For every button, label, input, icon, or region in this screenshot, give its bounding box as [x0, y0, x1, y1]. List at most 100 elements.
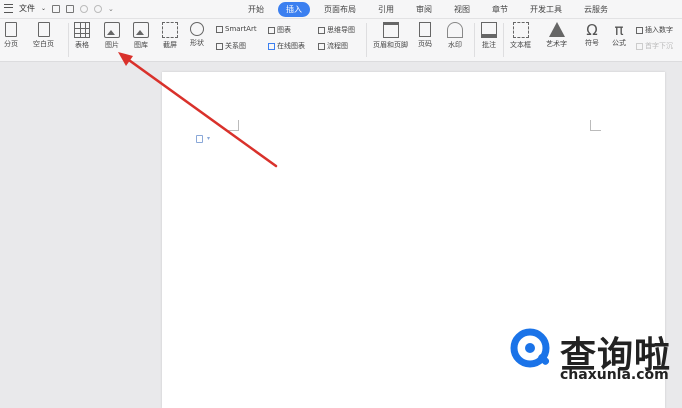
- table-label: 表格: [75, 41, 89, 49]
- chevron-down-icon[interactable]: ▾: [207, 135, 210, 142]
- watermark-label: 水印: [448, 41, 462, 49]
- chevron-down-icon[interactable]: ⌄: [41, 5, 46, 12]
- mindmap-button[interactable]: 思维导图: [318, 25, 355, 35]
- page-number-button[interactable]: 页码: [418, 22, 432, 49]
- chart-button[interactable]: 图表: [268, 25, 291, 35]
- watermark-button[interactable]: 水印: [447, 22, 463, 50]
- quick-access: 文件 ⌄ ⌄: [4, 3, 114, 14]
- drop-cap-button[interactable]: 首字下沉: [636, 41, 673, 51]
- screenshot-icon: [162, 22, 178, 38]
- header-footer-button[interactable]: 页眉和页脚: [373, 22, 408, 50]
- drop-cap-icon: [636, 42, 643, 50]
- tab-page-layout[interactable]: 页面布局: [316, 2, 364, 17]
- ribbon-tabs: 开始 插入 页面布局 引用 审阅 视图 章节 开发工具 云服务: [240, 2, 622, 17]
- insert-number-icon: [636, 26, 643, 34]
- textbox-icon: [512, 22, 529, 38]
- page-number-icon: [419, 22, 431, 37]
- chart-icon: [268, 26, 275, 34]
- comment-button[interactable]: 批注: [481, 22, 497, 50]
- online-chart-icon: [268, 42, 275, 50]
- undo-icon[interactable]: [80, 4, 89, 13]
- divider: [474, 23, 475, 57]
- title-bar: 文件 ⌄ ⌄ 开始 插入 页面布局 引用 审阅 视图 章节 开发工具 云服务: [0, 0, 682, 19]
- picture-label: 图片: [105, 41, 119, 49]
- relation-label: 关系图: [225, 42, 246, 50]
- divider: [68, 23, 69, 57]
- wordart-icon: [548, 22, 565, 37]
- tab-developer[interactable]: 开发工具: [522, 2, 570, 17]
- textbox-button[interactable]: 文本框: [510, 22, 531, 50]
- shape-icon: [190, 22, 204, 36]
- flowchart-label: 流程图: [327, 42, 348, 50]
- omega-icon: Ω: [586, 21, 598, 39]
- blank-page-icon: [37, 22, 50, 37]
- relation-button[interactable]: 关系图: [216, 41, 246, 51]
- paragraph-layout-icon[interactable]: [196, 135, 203, 143]
- page-break-icon: [5, 22, 17, 37]
- file-menu[interactable]: 文件: [19, 3, 35, 14]
- tab-home[interactable]: 开始: [240, 2, 272, 17]
- flowchart-button[interactable]: 流程图: [318, 41, 348, 51]
- tab-insert[interactable]: 插入: [278, 2, 310, 17]
- brand-url: chaxunla.com: [560, 367, 669, 383]
- drop-cap-label: 首字下沉: [645, 42, 673, 50]
- table-button[interactable]: 表格: [74, 22, 90, 50]
- margin-corner-top-left: [228, 120, 239, 131]
- gallery-icon: [133, 22, 149, 38]
- header-footer-label: 页眉和页脚: [373, 41, 408, 49]
- pi-icon: π: [614, 21, 624, 39]
- chart-label: 图表: [277, 26, 291, 34]
- mindmap-icon: [318, 26, 325, 34]
- mindmap-label: 思维导图: [327, 26, 355, 34]
- comment-label: 批注: [482, 41, 496, 49]
- table-icon: [74, 22, 90, 38]
- gallery-button[interactable]: 图库: [133, 22, 149, 50]
- redo-icon[interactable]: [94, 4, 103, 13]
- symbol-button[interactable]: Ω 符号: [585, 22, 599, 48]
- tab-view[interactable]: 视图: [446, 2, 478, 17]
- insert-ribbon: 分页 空白页 表格 图片 图库 截屏 形状 SmartArt 关系图 图表 在线…: [0, 19, 682, 62]
- formula-label: 公式: [612, 39, 626, 47]
- picture-button[interactable]: 图片: [104, 22, 120, 50]
- smartart-icon: [216, 25, 223, 33]
- margin-corner-top-right: [590, 120, 601, 131]
- smartart-label: SmartArt: [225, 25, 257, 33]
- smartart-button[interactable]: SmartArt: [216, 25, 257, 33]
- customize-icon[interactable]: ⌄: [108, 5, 114, 13]
- wordart-button[interactable]: 艺术字: [546, 22, 567, 49]
- symbol-label: 符号: [585, 39, 599, 47]
- flowchart-icon: [318, 42, 325, 50]
- shape-button[interactable]: 形状: [190, 22, 204, 48]
- tab-review[interactable]: 审阅: [408, 2, 440, 17]
- page-number-label: 页码: [418, 40, 432, 48]
- blank-page-button[interactable]: 空白页: [33, 22, 54, 49]
- online-chart-button[interactable]: 在线图表: [268, 41, 305, 51]
- insert-number-button[interactable]: 插入数字: [636, 25, 673, 35]
- print-icon[interactable]: [66, 4, 75, 13]
- header-footer-icon: [382, 22, 399, 38]
- textbox-label: 文本框: [510, 41, 531, 49]
- page-break-label: 分页: [4, 40, 18, 48]
- menu-icon[interactable]: [4, 4, 13, 13]
- picture-icon: [104, 22, 120, 38]
- blank-page-label: 空白页: [33, 40, 54, 48]
- save-icon[interactable]: [52, 4, 61, 13]
- shape-label: 形状: [190, 39, 204, 47]
- brand-logo-icon: [510, 328, 550, 368]
- tab-references[interactable]: 引用: [370, 2, 402, 17]
- gallery-label: 图库: [134, 41, 148, 49]
- insert-number-label: 插入数字: [645, 26, 673, 34]
- comment-icon: [481, 22, 497, 38]
- wordart-label: 艺术字: [546, 40, 567, 48]
- divider: [366, 23, 367, 57]
- screenshot-button[interactable]: 截屏: [162, 22, 178, 50]
- formula-button[interactable]: π 公式: [612, 22, 626, 48]
- watermark-icon: [447, 22, 463, 38]
- divider: [503, 23, 504, 57]
- online-chart-label: 在线图表: [277, 42, 305, 50]
- screenshot-label: 截屏: [163, 41, 177, 49]
- relation-icon: [216, 42, 223, 50]
- tab-cloud[interactable]: 云服务: [576, 2, 616, 17]
- page-break-button[interactable]: 分页: [4, 22, 18, 49]
- tab-section[interactable]: 章节: [484, 2, 516, 17]
